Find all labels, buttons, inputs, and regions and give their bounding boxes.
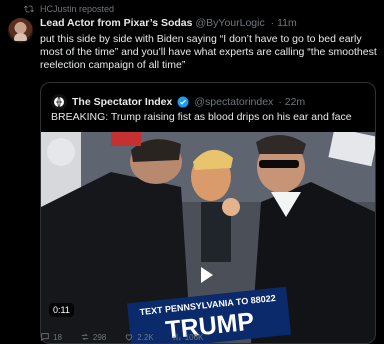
quote-author-handle[interactable]: @spectatorindex <box>194 96 273 108</box>
reply-button[interactable]: 18 <box>40 332 62 342</box>
author-handle[interactable]: @ByYourLogic <box>196 17 265 29</box>
author-avatar[interactable] <box>8 18 33 43</box>
repost-indicator: HCJustin reposted <box>24 4 114 14</box>
like-button[interactable]: 2.2K <box>124 332 154 342</box>
quote-header: The Spectator Index @spectatorindex · 22… <box>51 94 305 110</box>
heart-icon <box>125 334 133 341</box>
quote-author-name[interactable]: The Spectator Index <box>72 96 172 108</box>
tweet-time[interactable]: · 11m <box>271 17 297 29</box>
globe-icon <box>54 96 64 108</box>
reply-count: 18 <box>53 332 62 342</box>
verified-badge-icon <box>177 96 189 108</box>
tweet-text: put this side by side with Biden saying … <box>40 33 377 71</box>
repost-count: 298 <box>92 332 107 342</box>
video-player[interactable]: TEXT PENNSYLVANIA TO 88022 TRUMP 0:11 <box>41 132 375 343</box>
view-count: 106K <box>184 332 204 342</box>
spectator-logo[interactable] <box>51 94 67 110</box>
views-button[interactable]: 106K <box>172 332 204 342</box>
tweet-header: Lead Actor from Pixar’s Sodas @ByYourLogi… <box>40 17 378 30</box>
repost-button[interactable]: 298 <box>80 332 106 342</box>
video-duration: 0:11 <box>49 303 74 317</box>
tweet-actions: 18 298 2.2K 106K <box>40 332 374 342</box>
repost-label: HCJustin reposted <box>40 4 115 14</box>
like-count: 2.2K <box>137 332 154 342</box>
quote-time[interactable]: · 22m <box>278 96 305 108</box>
play-icon[interactable] <box>201 267 213 283</box>
quoted-tweet[interactable]: The Spectator Index @spectatorindex · 22… <box>40 82 376 344</box>
author-name[interactable]: Lead Actor from Pixar’s Sodas <box>40 17 193 29</box>
views-chart-icon <box>173 333 181 341</box>
quote-text: BREAKING: Trump raising fist as blood dr… <box>51 111 352 123</box>
tweet[interactable]: Lead Actor from Pixar’s Sodas @ByYourLogi… <box>40 17 378 72</box>
repost-icon <box>81 333 89 341</box>
reply-icon <box>41 333 49 342</box>
repost-icon <box>24 5 34 13</box>
